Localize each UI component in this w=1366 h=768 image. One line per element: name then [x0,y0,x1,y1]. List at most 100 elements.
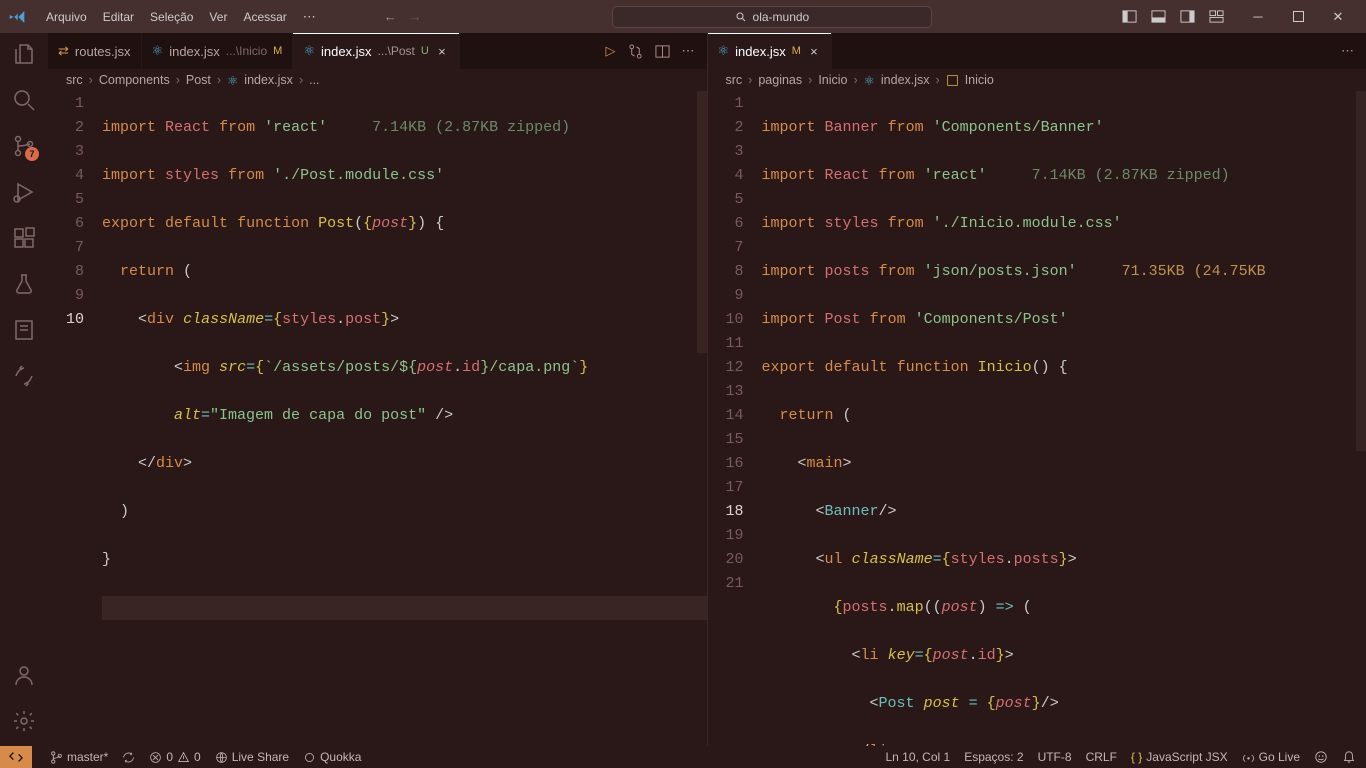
bell-icon[interactable] [1342,750,1356,764]
test-icon[interactable] [11,271,37,297]
account-icon[interactable] [11,662,37,688]
crumb: src [726,73,743,87]
tab-index-inicio[interactable]: ⚛ index.jsx ...\Inicio M [142,33,294,69]
tab-close-icon[interactable]: × [435,44,449,59]
run-debug-icon[interactable] [11,179,37,205]
menu-item[interactable]: Acessar [235,6,294,28]
tab-sublabel: ...\Inicio [226,44,267,58]
search-icon[interactable] [11,87,37,113]
editor-group: ⇄ routes.jsx ⚛ index.jsx ...\Inicio M ⚛ … [48,33,1366,746]
tab-index-post[interactable]: ⚛ index.jsx ...\Post U × [293,33,460,69]
modified-badge: M [792,45,801,57]
tab-actions: ▷ ⋯ [606,33,707,69]
crumb: src [66,73,83,87]
feedback-icon[interactable] [1314,750,1328,764]
editor-pane-right: ⚛ index.jsx M × ⋯ src› paginas› Inicio› … [707,33,1366,746]
tab-routes[interactable]: ⇄ routes.jsx [48,33,142,69]
minimap[interactable] [697,91,707,353]
vscode-logo [8,8,26,26]
status-left: master* 0 0 Live Share Quokka [50,750,361,764]
source-control-icon[interactable]: 7 [11,133,37,159]
tab-sublabel: ...\Post [378,44,415,58]
activity-bar: 7 [0,33,48,746]
back-icon[interactable]: ← [384,9,397,24]
title-bar: Arquivo Editar Seleção Ver Acessar ⋯ ← →… [0,0,1366,33]
menu-item[interactable]: Editar [95,6,142,28]
react-icon: ⚛ [303,43,315,59]
tab-bar: ⚛ index.jsx M × ⋯ [708,33,1366,69]
search-text: ola-mundo [753,10,810,24]
search-container: ola-mundo [422,6,1122,28]
customize-layout-icon[interactable] [1209,9,1224,24]
split-icon[interactable] [655,44,670,59]
encoding-status[interactable]: UTF-8 [1038,750,1072,764]
lang-status[interactable]: { } JavaScript JSX [1131,750,1228,764]
tab-bar: ⇄ routes.jsx ⚛ index.jsx ...\Inicio M ⚛ … [48,33,707,69]
minimap[interactable] [1356,91,1366,451]
settings-icon[interactable] [11,708,37,734]
crumb: Components [99,73,170,87]
more-icon[interactable]: ⋯ [682,43,695,59]
toggle-panel-right-icon[interactable] [1180,9,1195,24]
tab-label: routes.jsx [75,44,131,59]
more-icon[interactable]: ⋯ [1341,43,1354,59]
modified-badge: M [273,45,282,57]
main-area: 7 ⇄ routes.jsx ⚛ index.jsx ...\Inicio [0,33,1366,746]
gutter: 1 2 3 4 5 6 7 8 9 10 11 12 13 14 15 16 1 [708,91,762,746]
command-center[interactable]: ola-mundo [612,6,932,28]
untracked-badge: U [421,45,429,57]
liveshare-status[interactable]: Live Share [215,750,289,764]
sync-status[interactable] [122,751,135,764]
menu-item[interactable]: Arquivo [38,6,95,28]
crumb: Post [186,73,211,87]
run-icon[interactable]: ▷ [606,43,616,59]
tab-index-inicio[interactable]: ⚛ index.jsx M × [708,33,832,69]
eol-status[interactable]: CRLF [1086,750,1117,764]
tab-label: index.jsx [169,44,220,59]
cursor-status[interactable]: Ln 10, Col 1 [885,750,950,764]
crumb: index.jsx [244,73,293,87]
breadcrumb[interactable]: src› Components› Post› ⚛ index.jsx› ... [48,69,707,91]
quokka-status[interactable]: Quokka [303,750,361,764]
menu-item[interactable]: Seleção [142,6,201,28]
toggle-panel-bottom-icon[interactable] [1151,9,1166,24]
tab-actions: ⋯ [1341,33,1366,69]
forward-icon[interactable]: → [409,9,422,24]
tab-close-icon[interactable]: × [807,44,821,59]
code-editor[interactable]: 1 2 3 4 5 6 7 8 9 10 import React from '… [48,91,707,746]
menu-overflow-icon[interactable]: ⋯ [295,5,324,29]
react-icon: ⚛ [718,43,730,59]
live-icon[interactable] [11,363,37,389]
explorer-icon[interactable] [11,41,37,67]
react-icon: ⚛ [864,73,875,88]
golive-status[interactable]: Go Live [1242,750,1300,764]
react-icon: ⚛ [152,43,164,59]
minimize-icon[interactable]: ─ [1238,0,1278,33]
breadcrumb[interactable]: src› paginas› Inicio› ⚛ index.jsx› Inici… [708,69,1366,91]
toggle-panel-left-icon[interactable] [1122,9,1137,24]
menu-item[interactable]: Ver [201,6,235,28]
code-editor[interactable]: 1 2 3 4 5 6 7 8 9 10 11 12 13 14 15 16 1 [708,91,1366,746]
maximize-icon[interactable] [1278,0,1318,33]
close-icon[interactable]: ✕ [1318,0,1358,33]
react-icon: ⚛ [227,73,238,88]
editor-pane-left: ⇄ routes.jsx ⚛ index.jsx ...\Inicio M ⚛ … [48,33,707,746]
crumb: index.jsx [881,73,930,87]
nav-buttons: ← → [384,9,422,24]
crumb: ... [309,73,319,87]
problems-status[interactable]: 0 0 [149,750,200,764]
menu-bar: Arquivo Editar Seleção Ver Acessar [38,6,295,28]
todo-icon[interactable] [11,317,37,343]
gutter: 1 2 3 4 5 6 7 8 9 10 [48,91,102,746]
branch-status[interactable]: master* [50,750,108,764]
symbol-icon [946,74,959,87]
route-icon: ⇄ [58,43,69,59]
code-lines: import Banner from 'Components/Banner' i… [762,91,1366,746]
extensions-icon[interactable] [11,225,37,251]
git-compare-icon[interactable] [628,44,643,59]
spaces-status[interactable]: Espaços: 2 [964,750,1023,764]
remote-icon[interactable] [0,746,32,768]
scm-badge: 7 [25,147,39,161]
layout-icons [1122,9,1224,24]
tab-label: index.jsx [321,44,372,59]
